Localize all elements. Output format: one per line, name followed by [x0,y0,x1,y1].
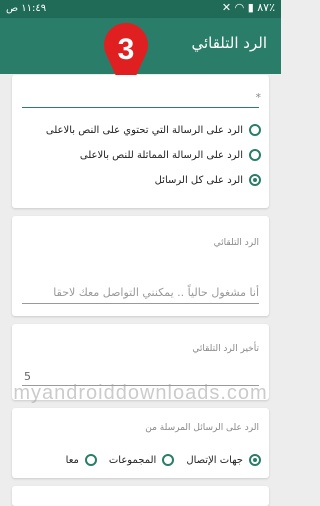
watermark: myandroiddownloads.com [13,382,268,404]
keyword-input[interactable] [22,107,259,108]
radio-label: الرد على الرسالة التي تحتوي على النص بال… [45,124,243,136]
radio-option-all[interactable]: الرد على كل الرسائل [155,172,261,188]
senders-label: الرد على الرسائل المرسلة من [145,423,259,433]
wifi-icon: ◠ [234,1,245,14]
next-card-partial [12,486,269,506]
battery-icon: ▮ [247,1,254,14]
radio-button[interactable] [84,454,97,466]
auto-reply-label: الرد التلقائي [213,238,259,248]
radio-option-contains[interactable]: الرد على الرسالة التي تحتوي على النص بال… [46,122,261,138]
radio-option-both[interactable]: معا [66,454,97,466]
auto-reply-card: الرد التلقائي أنا مشغول حالياً .. يمكنني… [12,216,269,316]
status-bar: ١١:٤٩ ص ✕ ◠ ▮ ٨٧٪ [0,0,281,18]
radio-label: الرد على الرسالة المماثلة للنص بالاعلى [79,149,243,161]
auto-reply-message-input[interactable]: أنا مشغول حالياً .. يمكنني التواصل معك ل… [53,286,259,299]
radio-label: المجموعات [108,454,157,466]
notification-muted-icon: ✕ [221,1,232,14]
step-marker-number: 3 [118,33,135,66]
radio-label: معا [65,454,79,466]
senders-card: الرد على الرسائل المرسلة من جهات الإتصال… [12,408,269,478]
reply-to-card: * الرد على الرسالة التي تحتوي على النص ب… [12,75,269,208]
radio-label: جهات الإتصال [186,454,243,466]
radio-label: الرد على كل الرسائل [154,174,243,186]
radio-option-groups[interactable]: المجموعات [108,454,175,466]
status-icons: ✕ ◠ ▮ ٨٧٪ [222,1,275,14]
radio-button[interactable] [162,454,175,466]
radio-button-checked[interactable] [249,454,261,466]
battery-percent: ٨٧٪ [257,1,275,14]
radio-button-checked[interactable] [249,174,261,186]
delay-label: تأخير الرد التلقائي [192,344,259,354]
radio-option-contacts[interactable]: جهات الإتصال [186,454,261,466]
auto-reply-underline [22,303,259,304]
status-time: ١١:٤٩ ص [6,3,47,14]
radio-button[interactable] [249,149,261,161]
required-mark: * [255,91,262,104]
page-title: الرد التلقائي [191,34,267,52]
radio-option-matches[interactable]: الرد على الرسالة المماثلة للنص بالاعلى [80,147,261,163]
senders-radio-group: جهات الإتصال المجموعات معا [54,454,261,466]
radio-button[interactable] [249,124,261,136]
